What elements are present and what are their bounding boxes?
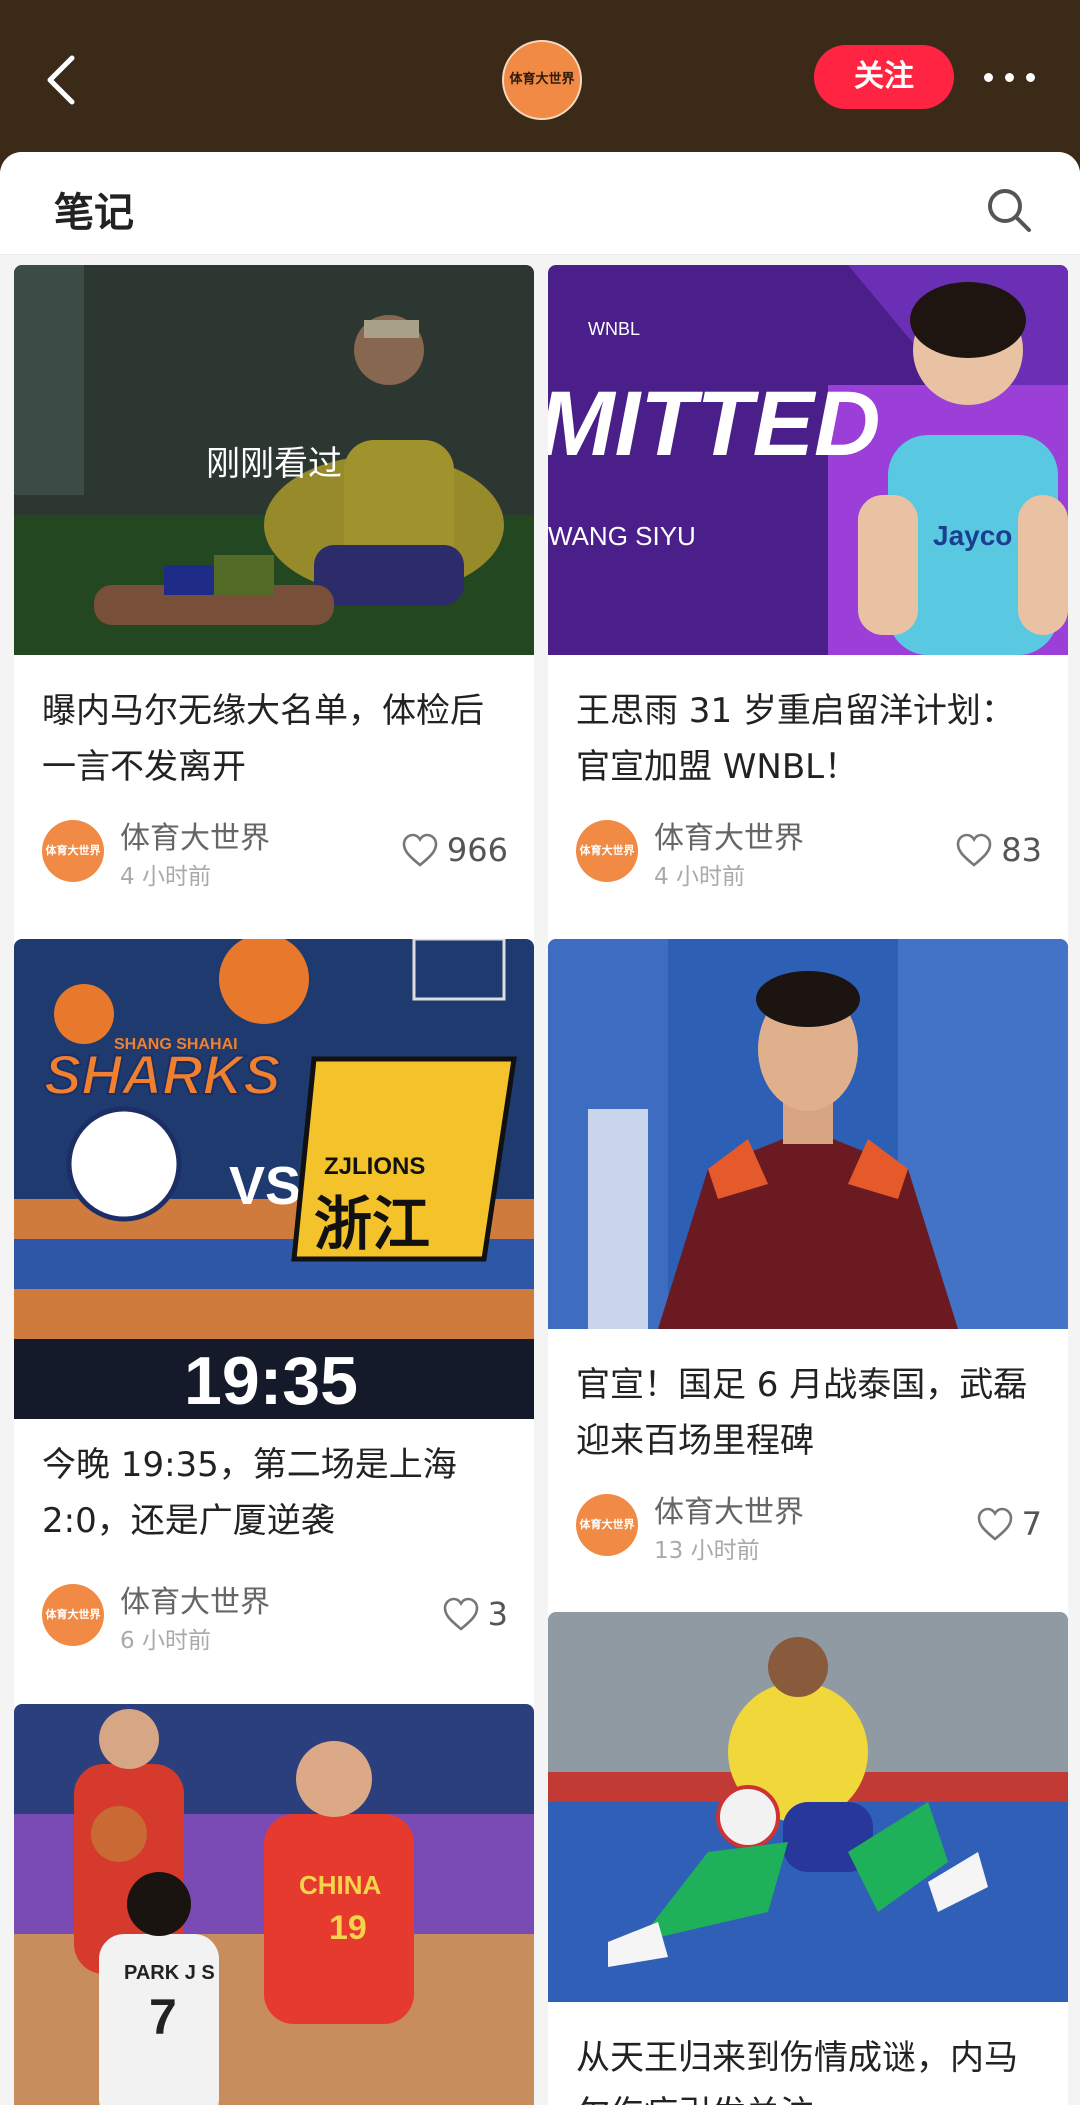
author-avatar[interactable]: 体育大世界	[42, 820, 104, 882]
author-avatar[interactable]: 体育大世界	[576, 820, 638, 882]
note-time: 4 小时前	[654, 864, 745, 890]
team-b-text: ZJLIONS	[324, 1153, 425, 1180]
note-thumbnail[interactable]: CHINA 19 PARK J S 7	[14, 1704, 534, 2105]
search-icon	[988, 189, 1031, 232]
author-name[interactable]: 体育大世界	[120, 1577, 270, 1621]
note-thumbnail[interactable]: WNBL MITTED WANG SIYU Jayco	[548, 265, 1068, 655]
team-b-cn-text: 浙江	[314, 1190, 430, 1258]
like-button[interactable]: 7	[976, 1504, 1042, 1544]
note-title: 曝内马尔无缘大名单，体检后一言不发离开	[42, 691, 484, 787]
chevron-left-icon	[47, 55, 75, 105]
vs-text: VS	[229, 1156, 301, 1216]
search-button[interactable]	[985, 186, 1033, 234]
opponent-number-text: 7	[149, 1989, 177, 2045]
note-card[interactable]: 从天王归来到伤情成谜，内马尔伤病引发关注	[548, 1612, 1068, 2105]
note-thumbnail[interactable]: 刚刚看过	[14, 265, 534, 655]
more-dots-icon	[984, 73, 993, 82]
more-button[interactable]	[980, 58, 1040, 98]
league-logo-text: WNBL	[588, 319, 640, 339]
note-thumbnail[interactable]: SHARKS SHANG SHAHAI VS ZJLIONS 浙江 19:35	[14, 939, 534, 1419]
game-time-text: 19:35	[184, 1343, 358, 1419]
note-title: 从天王归来到伤情成谜，内马尔伤病引发关注	[576, 2038, 1018, 2105]
note-time: 13 小时前	[654, 1538, 760, 1564]
author-avatar[interactable]: 体育大世界	[576, 1494, 638, 1556]
note-card[interactable]: CHINA 19 PARK J S 7	[14, 1704, 534, 2105]
note-thumbnail[interactable]	[548, 1612, 1068, 2002]
note-title: 王思雨 31 岁重启留洋计划：官宣加盟 WNBL！	[576, 691, 1015, 787]
more-dot	[1005, 73, 1014, 82]
jersey-team-text: CHINA	[299, 1870, 382, 1900]
like-button[interactable]: 3	[442, 1594, 508, 1634]
heart-icon	[402, 833, 438, 867]
top-bar: 体育大世界 关注	[0, 0, 1080, 160]
headline-text: MITTED	[548, 373, 880, 475]
note-title: 今晚 19:35，第二场是上海 2:0，还是广厦逆袭	[42, 1445, 457, 1541]
like-count: 7	[1021, 1505, 1042, 1543]
player-name-text: WANG SIYU	[548, 521, 696, 551]
note-time: 6 小时前	[120, 1628, 211, 1654]
like-count: 83	[1001, 831, 1042, 869]
author-name[interactable]: 体育大世界	[120, 813, 270, 857]
like-count: 3	[487, 1595, 508, 1633]
notes-sheet: 笔记 刚刚看过 曝内马尔无缘大名单，体检后一言不发离开 体育大世界 体育大世界 …	[0, 152, 1080, 2105]
like-button[interactable]: 966	[401, 830, 508, 870]
heart-icon	[443, 1597, 478, 1631]
follow-button[interactable]: 关注	[814, 45, 954, 109]
recently-viewed-badge: 刚刚看过	[206, 443, 342, 484]
opponent-name-text: PARK J S	[124, 1962, 215, 1984]
author-avatar[interactable]: 体育大世界	[42, 1584, 104, 1646]
note-time: 4 小时前	[120, 864, 211, 890]
note-thumbnail[interactable]	[548, 939, 1068, 1329]
more-dot	[1026, 73, 1035, 82]
jersey-text: Jayco	[933, 520, 1012, 551]
author-name[interactable]: 体育大世界	[654, 813, 804, 857]
profile-avatar[interactable]: 体育大世界	[502, 40, 582, 120]
sheet-title: 笔记	[54, 190, 134, 236]
like-button[interactable]: 83	[955, 830, 1042, 870]
heart-icon	[956, 833, 992, 867]
like-count: 966	[446, 831, 508, 869]
jersey-number-text: 19	[329, 1909, 367, 1947]
team-a-city-text: SHANG SHAHAI	[114, 1036, 238, 1053]
heart-icon	[977, 1507, 1012, 1541]
note-title: 官宣！国足 6 月战泰国，武磊迎来百场里程碑	[576, 1365, 1028, 1461]
author-name[interactable]: 体育大世界	[654, 1487, 804, 1531]
back-button[interactable]	[40, 52, 88, 108]
sheet-header: 笔记	[0, 152, 1080, 255]
